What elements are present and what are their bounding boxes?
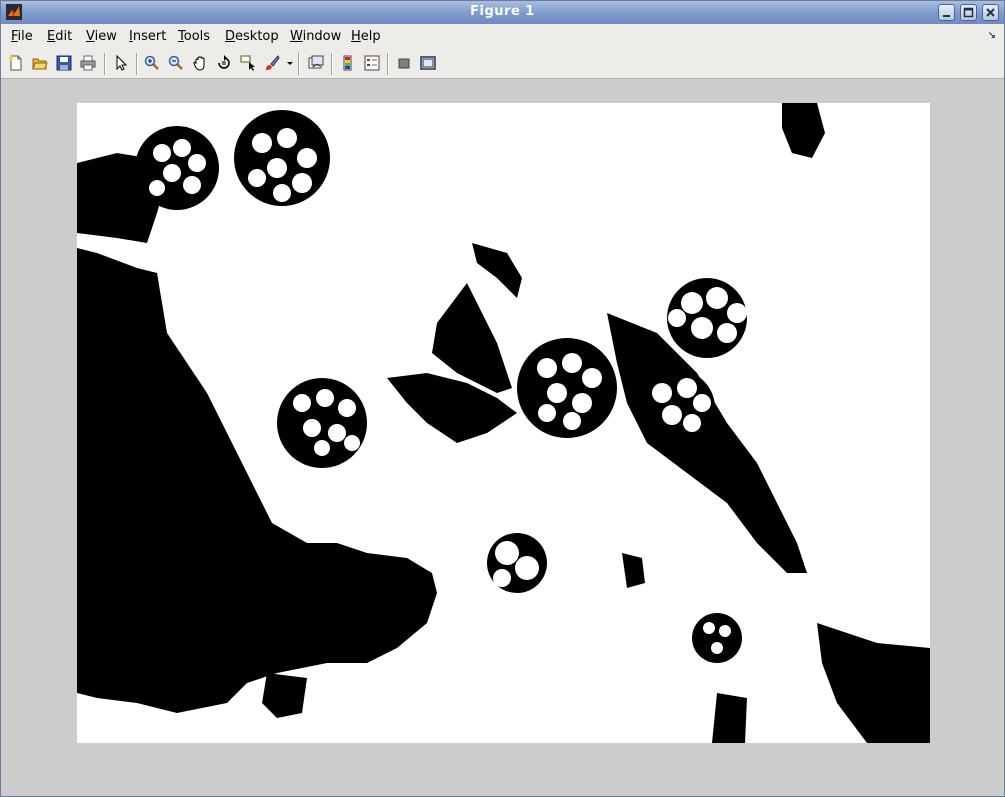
menu-window[interactable]: Window bbox=[290, 29, 341, 44]
edit-plot-icon bbox=[116, 55, 128, 71]
print-button[interactable] bbox=[78, 53, 98, 73]
berry-cluster bbox=[639, 370, 715, 446]
brush-button[interactable] bbox=[262, 53, 282, 73]
menu-view[interactable]: View bbox=[86, 29, 117, 44]
link-plot-button[interactable] bbox=[306, 53, 326, 73]
new-figure-button[interactable] bbox=[6, 53, 26, 73]
figure-canvas[interactable] bbox=[5, 79, 1000, 792]
menu-help[interactable]: Help bbox=[351, 29, 381, 44]
berry-cluster bbox=[692, 613, 742, 663]
show-plot-tools-icon bbox=[420, 56, 436, 70]
pan-button[interactable] bbox=[190, 53, 210, 73]
colorbar-icon bbox=[343, 55, 352, 71]
zoom-in-button[interactable] bbox=[142, 53, 162, 73]
dock-arrow-icon[interactable]: ↘ bbox=[988, 30, 996, 41]
toolbar-separator bbox=[104, 53, 106, 75]
toolbar-separator bbox=[298, 53, 300, 75]
zoom-out-button[interactable] bbox=[166, 53, 186, 73]
zoom-out-icon bbox=[168, 55, 183, 70]
menu-edit[interactable]: Edit bbox=[47, 29, 72, 44]
save-icon bbox=[56, 55, 72, 71]
berry-cluster bbox=[135, 126, 219, 210]
save-button[interactable] bbox=[54, 53, 74, 73]
rotate-3d-button[interactable] bbox=[214, 53, 234, 73]
figure-toolbar bbox=[1, 48, 1004, 79]
binary-image-axes[interactable] bbox=[77, 103, 930, 743]
brush-icon bbox=[266, 55, 280, 70]
window-title: Figure 1 bbox=[470, 4, 535, 19]
open-file-icon bbox=[32, 58, 48, 70]
title-bar[interactable]: Figure 1 bbox=[1, 1, 1004, 24]
hide-plot-tools-icon bbox=[398, 58, 410, 69]
colorbar-button[interactable] bbox=[338, 53, 358, 73]
close-button[interactable] bbox=[982, 4, 999, 21]
menu-tools[interactable]: Tools bbox=[178, 29, 210, 44]
data-cursor-button[interactable] bbox=[238, 53, 258, 73]
berry-cluster bbox=[277, 378, 367, 468]
open-file-button[interactable] bbox=[30, 53, 50, 73]
minimize-button[interactable] bbox=[938, 4, 955, 21]
maximize-icon bbox=[963, 7, 974, 18]
close-icon bbox=[986, 8, 995, 17]
link-plot-icon bbox=[308, 55, 324, 69]
hide-plot-tools-button[interactable] bbox=[394, 53, 414, 73]
chevron-down-icon bbox=[287, 62, 293, 65]
show-plot-tools-button[interactable] bbox=[418, 53, 438, 73]
berry-cluster bbox=[487, 533, 547, 593]
menu-file[interactable]: File bbox=[11, 29, 33, 44]
berry-cluster bbox=[667, 278, 747, 358]
legend-button[interactable] bbox=[362, 53, 382, 73]
pan-icon bbox=[193, 56, 205, 71]
berry-cluster bbox=[234, 110, 330, 206]
zoom-in-icon bbox=[144, 55, 159, 70]
menu-insert[interactable]: Insert bbox=[129, 29, 166, 44]
menu-desktop[interactable]: Desktop bbox=[225, 29, 279, 44]
data-cursor-icon bbox=[240, 55, 255, 71]
new-figure-icon bbox=[8, 55, 22, 71]
maximize-button[interactable] bbox=[960, 4, 977, 21]
edit-plot-button[interactable] bbox=[111, 53, 131, 73]
toolbar-separator bbox=[136, 53, 138, 75]
toolbar-separator bbox=[387, 53, 389, 75]
rotate-3d-icon bbox=[218, 55, 230, 69]
legend-icon bbox=[364, 55, 380, 71]
berry-cluster bbox=[517, 338, 617, 438]
binary-image bbox=[77, 103, 930, 743]
menu-bar: File Edit View Insert Tools Desktop Wind… bbox=[1, 24, 1004, 48]
brush-dropdown-button[interactable] bbox=[284, 53, 294, 73]
print-icon bbox=[80, 55, 96, 71]
toolbar-separator bbox=[331, 53, 333, 75]
minimize-icon bbox=[943, 15, 950, 17]
figure-window: Figure 1 File Edit View Insert Tools Des… bbox=[0, 0, 1005, 797]
